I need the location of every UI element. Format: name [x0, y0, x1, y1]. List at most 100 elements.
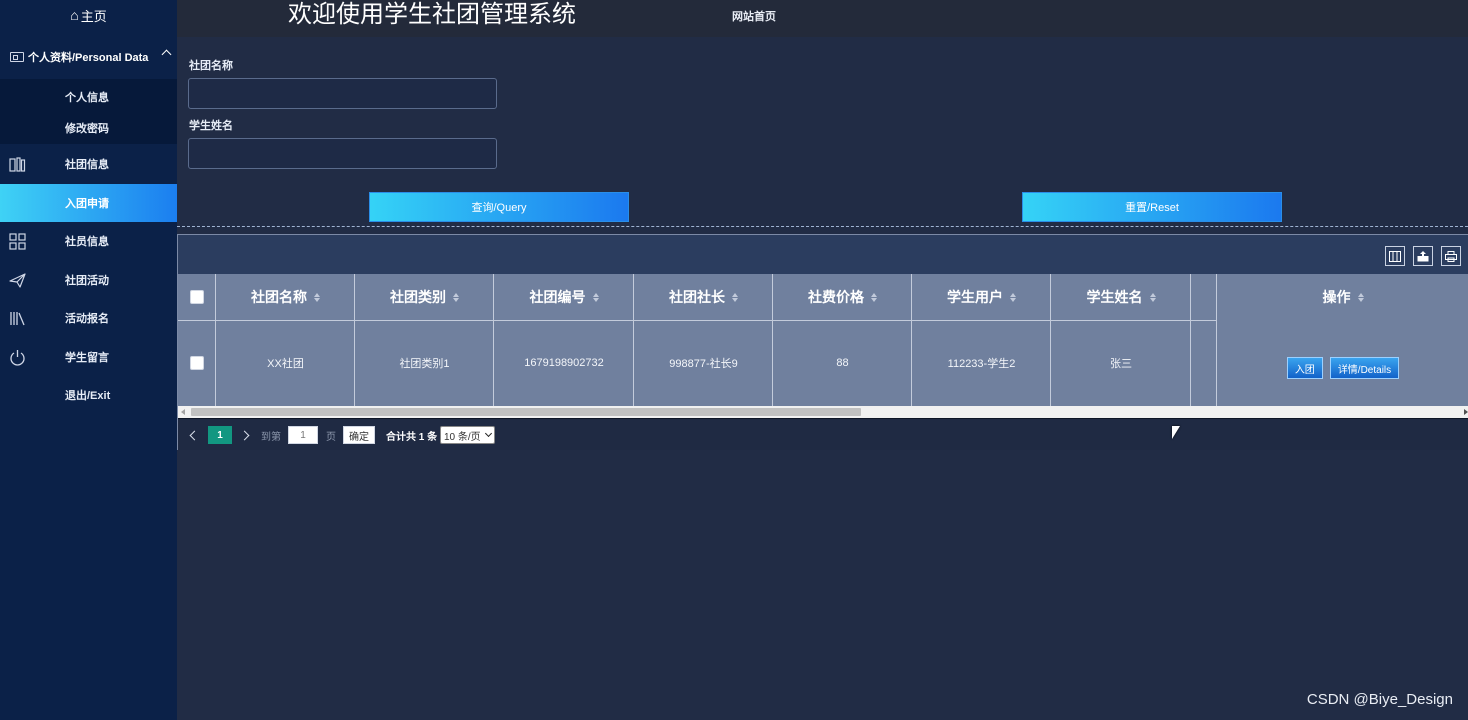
table-header[interactable]: 社团社长	[634, 274, 773, 320]
sidebar-item-personal-info[interactable]: 个人信息	[65, 89, 109, 105]
table-header[interactable]: 学生用户	[912, 274, 1051, 320]
table-header[interactable]: 社团编号	[494, 274, 634, 320]
website-home-link[interactable]: 网站首页	[732, 8, 776, 24]
sidebar-item-label: 入团申请	[65, 198, 109, 210]
print-icon[interactable]	[1441, 246, 1461, 266]
table-header-actions[interactable]: 操作	[1217, 274, 1468, 320]
club-name-label: 社团名称	[189, 60, 233, 72]
sort-icon[interactable]	[1357, 292, 1364, 302]
table-header-label: 社团名称	[251, 289, 307, 305]
home-icon: ⌂	[70, 7, 79, 23]
page-number-1[interactable]: 1	[208, 426, 232, 444]
sidebar-item-student-message[interactable]: 学生留言	[0, 338, 177, 376]
reset-button[interactable]: 重置/Reset	[1022, 192, 1282, 222]
sort-icon[interactable]	[871, 292, 877, 302]
sidebar-item-label: 活动报名	[65, 313, 109, 325]
details-button[interactable]: 详情/Details	[1329, 357, 1400, 379]
table-header-label: 社团社长	[669, 289, 725, 305]
next-page-button[interactable]	[239, 426, 250, 444]
pagination: 1 到第 1 页 确定 合计共 1 条 10 条/页	[178, 418, 1468, 450]
table-cell: 998877-社长9	[669, 358, 738, 370]
export-icon[interactable]	[1413, 246, 1433, 266]
table-cell: 张三	[1110, 358, 1132, 370]
header: 欢迎使用学生社团管理系统 网站首页	[177, 0, 1468, 37]
scroll-right-arrow-icon[interactable]	[1464, 409, 1468, 415]
chevron-left-icon	[189, 430, 200, 440]
page-size-select[interactable]: 10 条/页	[440, 426, 495, 444]
table-cell: 1679198902732	[524, 357, 604, 369]
sidebar-home-label: 主页	[80, 8, 107, 24]
row-checkbox-cell	[178, 320, 216, 406]
sidebar-item-activity-signup[interactable]: 活动报名	[0, 299, 177, 337]
library-icon	[10, 312, 25, 326]
sidebar-item-label: 社员信息	[65, 236, 109, 248]
prev-page-button[interactable]	[189, 426, 200, 444]
table-toolbar	[178, 235, 1468, 274]
table-cell: XX社团	[267, 358, 304, 370]
sidebar-group-label: 个人资料/Personal Data	[28, 52, 149, 64]
sidebar-item-join-application[interactable]: 入团申请	[0, 184, 177, 222]
sidebar-group-personal-data[interactable]: 个人资料/Personal Data	[0, 42, 177, 72]
page-label: 页	[326, 431, 336, 443]
table-header-label: 社团类别	[390, 289, 446, 305]
sidebar-item-label: 社团活动	[65, 275, 109, 287]
goto-label: 到第	[261, 431, 281, 443]
table-header[interactable]: 学生姓名	[1051, 274, 1191, 320]
page-number-label: 1	[208, 426, 232, 444]
sidebar-item-change-password[interactable]: 修改密码	[65, 120, 109, 136]
sidebar-item-label: 退出/Exit	[65, 390, 111, 402]
student-name-input[interactable]	[188, 138, 497, 169]
row-checkbox[interactable]	[190, 356, 204, 370]
id-card-icon	[10, 52, 24, 62]
select-all-checkbox[interactable]	[190, 290, 204, 304]
table-header[interactable]: 社费价格	[773, 274, 912, 320]
table-cell: 112233-学生2	[947, 358, 1016, 370]
book-icon	[9, 157, 26, 172]
scrollbar-thumb[interactable]	[191, 408, 861, 416]
table-header[interactable]: 社团名称	[216, 274, 355, 320]
mouse-cursor-icon	[1172, 426, 1180, 439]
sidebar-item-club-info[interactable]: 社团信息	[0, 145, 177, 183]
table-header[interactable]: 社团类别	[355, 274, 494, 320]
power-icon	[10, 350, 25, 366]
paper-plane-icon	[9, 273, 26, 288]
grid-icon	[9, 233, 26, 250]
sort-icon[interactable]	[453, 292, 459, 302]
chevron-down-icon	[484, 429, 492, 438]
columns-icon[interactable]	[1385, 246, 1405, 266]
watermark: CSDN @Biye_Design	[1306, 691, 1453, 708]
table-header-label: 学生姓名	[1086, 289, 1143, 305]
confirm-label: 确定	[343, 426, 375, 444]
table-header-label: 操作	[1322, 289, 1351, 305]
query-button[interactable]: 查询/Query	[369, 192, 629, 222]
scroll-left-arrow-icon[interactable]	[181, 409, 185, 415]
total-count: 合计共 1 条	[386, 431, 438, 443]
sort-icon[interactable]	[592, 292, 599, 302]
divider	[177, 226, 1468, 227]
table-header	[1191, 274, 1217, 320]
page-size-value: 10 条/页	[444, 431, 481, 443]
join-button[interactable]: 入团	[1286, 357, 1323, 379]
goto-page-input[interactable]: 1	[288, 426, 318, 444]
sort-icon[interactable]	[314, 292, 320, 302]
sidebar-item-exit[interactable]: 退出/Exit	[0, 376, 177, 414]
sidebar-home[interactable]: ⌂ 主页	[0, 0, 177, 30]
sidebar-item-club-activity[interactable]: 社团活动	[0, 261, 177, 299]
table-header-label: 社费价格	[808, 289, 864, 305]
table-header-label: 学生用户	[947, 289, 1003, 305]
sidebar-item-label: 学生留言	[65, 352, 109, 364]
table-grid: 社团名称 社团类别 社团编号 社团社长 社费价格 学生用户 学生姓名 操作 XX…	[178, 274, 1468, 406]
row-actions: 入团 详情/Details	[1217, 320, 1468, 406]
chevron-right-icon	[239, 430, 250, 440]
sidebar-item-member-info[interactable]: 社员信息	[0, 222, 177, 260]
sidebar-submenu: 个人信息 修改密码	[0, 79, 177, 144]
club-name-input[interactable]	[188, 78, 497, 109]
horizontal-scrollbar[interactable]	[178, 406, 1468, 418]
confirm-page-button[interactable]: 确定	[343, 426, 375, 444]
sort-icon[interactable]	[1010, 292, 1016, 302]
sort-icon[interactable]	[1149, 292, 1156, 302]
goto-page-value: 1	[288, 426, 318, 444]
sidebar-item-label: 社团信息	[65, 159, 109, 171]
sort-icon[interactable]	[732, 292, 738, 302]
table-cell: 88	[836, 357, 849, 369]
